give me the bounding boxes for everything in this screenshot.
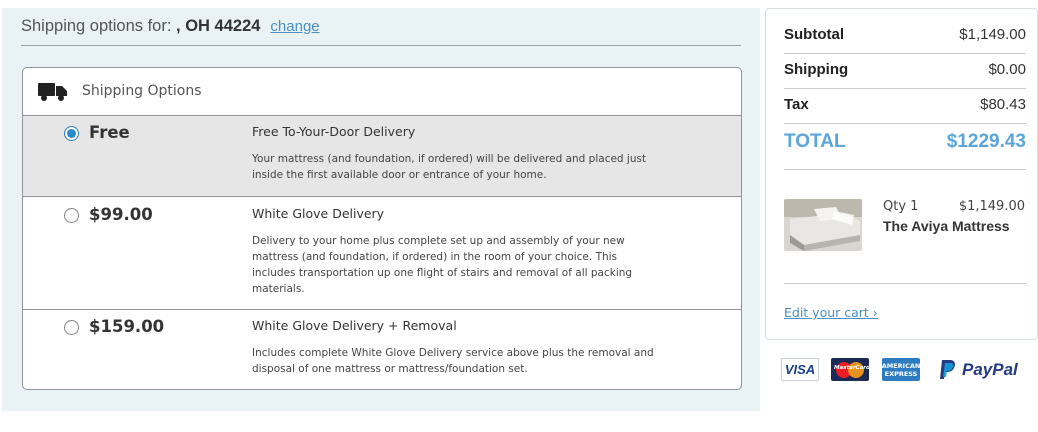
shipping-options-title: Shipping Options — [82, 83, 202, 99]
edit-cart-link[interactable]: Edit your cart › — [784, 305, 878, 320]
total-row: TOTAL $1229.43 — [784, 131, 1026, 165]
shipping-label: Shipping — [784, 61, 849, 78]
divider — [784, 169, 1026, 170]
divider — [784, 53, 1026, 54]
visa-label: VISA — [784, 362, 816, 377]
shipping-option-white-glove[interactable]: $99.00 White Glove Delivery Delivery to … — [23, 197, 741, 310]
product-thumbnail — [784, 199, 862, 251]
divider — [784, 283, 1026, 284]
shipping-header: Shipping options for: , OH 44224 change — [21, 17, 320, 36]
radio-white-glove-removal[interactable] — [64, 320, 79, 335]
shipping-option-free[interactable]: Free Free To-Your-Door Delivery Your mat… — [23, 116, 741, 197]
option-name: White Glove Delivery — [252, 206, 385, 221]
tax-row: Tax $80.43 — [784, 96, 1026, 130]
option-description: Your mattress (and foundation, if ordere… — [252, 153, 647, 181]
shipping-option-white-glove-removal[interactable]: $159.00 White Glove Delivery + Removal I… — [23, 310, 741, 389]
shipping-zip: , OH 44224 — [176, 17, 261, 35]
total-label: TOTAL — [784, 131, 846, 152]
mastercard-icon: MasterCard — [831, 358, 870, 381]
option-price: $159.00 — [89, 317, 165, 336]
item-price: $1,149.00 — [958, 199, 1025, 214]
paypal-logo: PayPal — [938, 358, 1018, 382]
option-name: Free To-Your-Door Delivery — [252, 124, 416, 139]
radio-free[interactable] — [64, 126, 79, 141]
shipping-panel: Shipping options for: , OH 44224 change S… — [2, 8, 760, 411]
truck-icon — [38, 83, 67, 101]
paypal-icon — [940, 360, 955, 379]
option-description: Delivery to your home plus complete set … — [252, 235, 633, 295]
change-zip-link[interactable]: change — [270, 18, 319, 35]
divider — [784, 88, 1026, 89]
divider — [784, 123, 1026, 124]
radio-white-glove[interactable] — [64, 208, 79, 223]
option-price: Free — [89, 123, 130, 142]
item-name[interactable]: The Aviya Mattress — [883, 218, 1010, 234]
item-qty: Qty 1 — [883, 199, 919, 214]
shipping-value: $0.00 — [988, 61, 1026, 78]
subtotal-value: $1,149.00 — [959, 26, 1026, 43]
subtotal-row: Subtotal $1,149.00 — [784, 26, 1026, 60]
option-price: $99.00 — [89, 205, 153, 224]
mastercard-label: MasterCard — [834, 364, 870, 371]
shipping-header-prefix: Shipping options for: — [21, 17, 177, 35]
order-summary: Subtotal $1,149.00 Shipping $0.00 Tax $8… — [765, 8, 1038, 340]
tax-value: $80.43 — [980, 96, 1026, 113]
tax-label: Tax — [784, 96, 809, 113]
total-value: $1229.43 — [946, 131, 1026, 152]
divider — [21, 45, 741, 46]
visa-card-icon: VISA — [781, 358, 819, 381]
option-name: White Glove Delivery + Removal — [252, 318, 457, 333]
shipping-row: Shipping $0.00 — [784, 61, 1026, 95]
amex-label-bottom: EXPRESS — [884, 369, 918, 378]
option-description: Includes complete White Glove Delivery s… — [252, 347, 654, 375]
subtotal-label: Subtotal — [784, 26, 844, 43]
shipping-options-header: Shipping Options — [23, 68, 741, 116]
paypal-label: PayPal — [962, 360, 1018, 379]
amex-card-icon: AMERICAN EXPRESS — [882, 358, 920, 381]
amex-label-top: AMERICAN — [881, 361, 921, 370]
shipping-options-box: Shipping Options Free Free To-Your-Door … — [22, 67, 742, 390]
